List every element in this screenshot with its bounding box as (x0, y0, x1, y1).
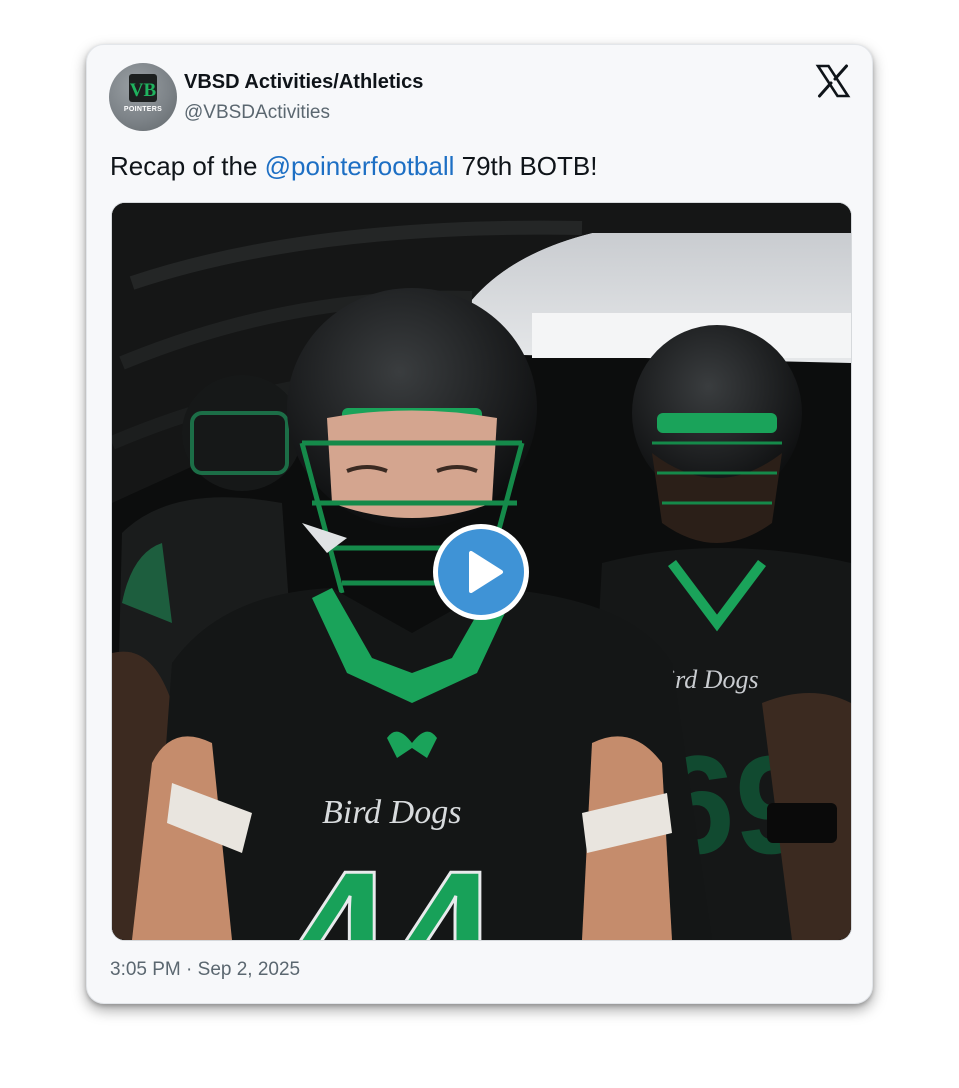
tweet-text: Recap of the @pointerfootball 79th BOTB! (110, 151, 597, 182)
x-logo-icon[interactable] (815, 63, 851, 99)
author-handle[interactable]: @VBSDActivities (184, 102, 330, 124)
tweet-card[interactable]: VB POINTERS VBSD Activities/Athletics @V… (86, 44, 873, 1004)
tweet-text-before: Recap of the (110, 151, 265, 181)
play-button[interactable] (433, 524, 529, 620)
tweet-timestamp[interactable]: 3:05 PM · Sep 2, 2025 (110, 959, 300, 981)
video-thumbnail[interactable]: Bird Dogs 69 Bird Dogs 44 (111, 202, 852, 941)
mention-link[interactable]: @pointerfootball (265, 151, 455, 181)
avatar-mark-text: VB (130, 80, 157, 101)
play-icon (438, 529, 524, 615)
main-jersey-text: Bird Dogs (322, 794, 461, 831)
main-jersey-number: 44 (287, 832, 498, 940)
author-avatar[interactable]: VB POINTERS (109, 63, 177, 131)
avatar-label: POINTERS (123, 106, 163, 113)
avatar-logo-graphic: VB (129, 74, 157, 102)
tweet-text-after: 79th BOTB! (454, 151, 598, 181)
author-display-name[interactable]: VBSD Activities/Athletics (184, 71, 423, 94)
